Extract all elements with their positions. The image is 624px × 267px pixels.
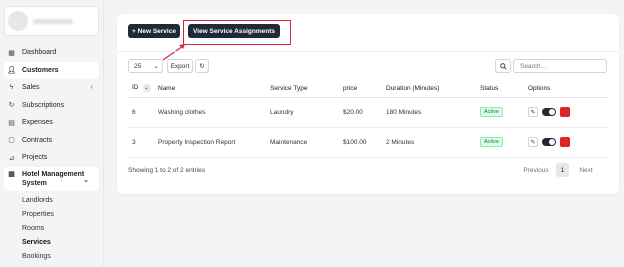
cell-status: Active (475, 97, 523, 128)
search-icon-button[interactable] (495, 59, 511, 73)
chart-icon: ⊿ (8, 154, 15, 162)
sidebar-subitem-bookings[interactable]: Bookings (0, 250, 103, 264)
refresh-icon: ↻ (199, 63, 205, 70)
services-table: ID ⌄ Name Service Type price Duration (Mi… (127, 80, 609, 158)
cell-name: Washing clothes (153, 97, 265, 128)
edit-icon[interactable]: ✎ (528, 137, 538, 147)
status-badge: Active (480, 107, 503, 117)
table-row: 3 Property Inspection Report Maintenance… (127, 127, 609, 158)
refresh-button[interactable]: ↻ (195, 59, 209, 73)
delete-button[interactable] (560, 107, 570, 117)
sidebar-subitem-rooms[interactable]: Rooms (0, 222, 103, 236)
sidebar-subitem-properties[interactable]: Properties (0, 208, 103, 222)
user-icon: 👤︎ (7, 67, 16, 75)
services-card: + New Service View Service Assignments 2… (117, 14, 619, 194)
delete-button[interactable] (560, 137, 570, 147)
sidebar-item-label: Sales (22, 84, 40, 92)
sidebar-subitem-services[interactable]: Services (0, 236, 103, 250)
cell-service-type: Laundry (265, 97, 338, 128)
sidebar-item-sales[interactable]: ϟ Sales ‹ (0, 79, 103, 97)
user-profile[interactable] (4, 6, 99, 36)
status-badge: Active (480, 137, 503, 147)
new-service-button[interactable]: + New Service (128, 24, 180, 38)
sidebar-item-label: Projects (22, 154, 48, 162)
sidebar-item-customers[interactable]: 👤︎ Customers (4, 61, 99, 79)
sidebar: ▦ Dashboard 👤︎ Customers ϟ Sales ‹ ↻ Sub… (0, 0, 104, 267)
building-icon: ▦ (8, 171, 15, 178)
column-header-price[interactable]: price (338, 80, 381, 98)
page-size-value: 25 (134, 62, 142, 70)
cell-id: 6 (127, 97, 153, 128)
cell-options: ✎ (523, 127, 609, 158)
profile-name-blurred (33, 18, 73, 24)
grid-icon: ▦ (8, 49, 15, 57)
column-header-options: Options (523, 80, 609, 98)
sidebar-item-contracts[interactable]: ▢ Contracts (0, 132, 103, 150)
edit-icon[interactable]: ✎ (528, 107, 538, 117)
document-icon: ▤ (8, 119, 15, 127)
sidebar-item-label: Customers (22, 66, 59, 74)
sidebar-item-subscriptions[interactable]: ↻ Subscriptions (0, 97, 103, 115)
entries-summary: Showing 1 to 2 of 2 entries (128, 167, 205, 174)
cell-duration: 180 Minutes (381, 97, 475, 128)
cell-price: $100.00 (338, 127, 381, 158)
column-label: ID (132, 84, 139, 92)
search-icon (499, 62, 507, 70)
cell-service-type: Maintenance (265, 127, 338, 158)
sidebar-item-projects[interactable]: ⊿ Projects (0, 149, 103, 167)
chevron-down-icon[interactable]: ⌄ (142, 84, 151, 93)
column-header-duration[interactable]: Duration (Minutes) (381, 80, 475, 98)
page-1-button[interactable]: 1 (556, 163, 569, 177)
cell-name: Property Inspection Report (153, 127, 265, 158)
highlight-box (183, 20, 291, 45)
column-header-id[interactable]: ID ⌄ (127, 80, 153, 98)
sidebar-item-label: Dashboard (22, 49, 57, 57)
column-header-status[interactable]: Status (475, 80, 523, 98)
refresh-icon: ↻ (8, 102, 15, 110)
chevron-down-icon: ⌄ (83, 176, 89, 184)
clipboard-icon: ▢ (8, 137, 15, 145)
sidebar-item-dashboard[interactable]: ▦ Dashboard (0, 44, 103, 62)
sidebar-item-label: Expenses (22, 119, 53, 127)
cell-options: ✎ (523, 97, 609, 128)
next-page-button[interactable]: Next (576, 163, 596, 177)
chevron-left-icon: ‹ (90, 84, 93, 92)
status-toggle[interactable] (542, 138, 556, 146)
lightning-icon: ϟ (9, 84, 14, 92)
table-row: 6 Washing clothes Laundry $20.00 180 Min… (127, 97, 609, 128)
divider (117, 51, 619, 52)
chevron-down-icon: ⌄ (153, 63, 159, 70)
status-toggle[interactable] (542, 108, 556, 116)
sidebar-item-label: Subscriptions (22, 101, 65, 109)
export-button[interactable]: Export (167, 59, 193, 73)
table-header-row: ID ⌄ Name Service Type price Duration (Mi… (127, 80, 609, 98)
sidebar-nav: ▦ Dashboard 👤︎ Customers ϟ Sales ‹ ↻ Sub… (0, 44, 103, 264)
page-size-select[interactable]: 25 ⌄ (128, 59, 163, 73)
search-input[interactable] (513, 59, 607, 73)
column-header-service-type[interactable]: Service Type (265, 80, 338, 98)
sidebar-subitem-landlords[interactable]: Landlords (0, 194, 103, 208)
sidebar-item-label: Hotel Management System (22, 170, 85, 187)
sidebar-item-hotel-management[interactable]: ▦ Hotel Management System ⌄ (4, 166, 99, 191)
avatar (8, 11, 28, 31)
column-header-name[interactable]: Name (153, 80, 265, 98)
previous-page-button[interactable]: Previous (520, 163, 552, 177)
cell-duration: 2 Minutes (381, 127, 475, 158)
sidebar-item-label: Contracts (22, 136, 52, 144)
cell-status: Active (475, 127, 523, 158)
cell-id: 3 (127, 127, 153, 158)
cell-price: $20.00 (338, 97, 381, 128)
sidebar-item-expenses[interactable]: ▤ Expenses (0, 114, 103, 132)
